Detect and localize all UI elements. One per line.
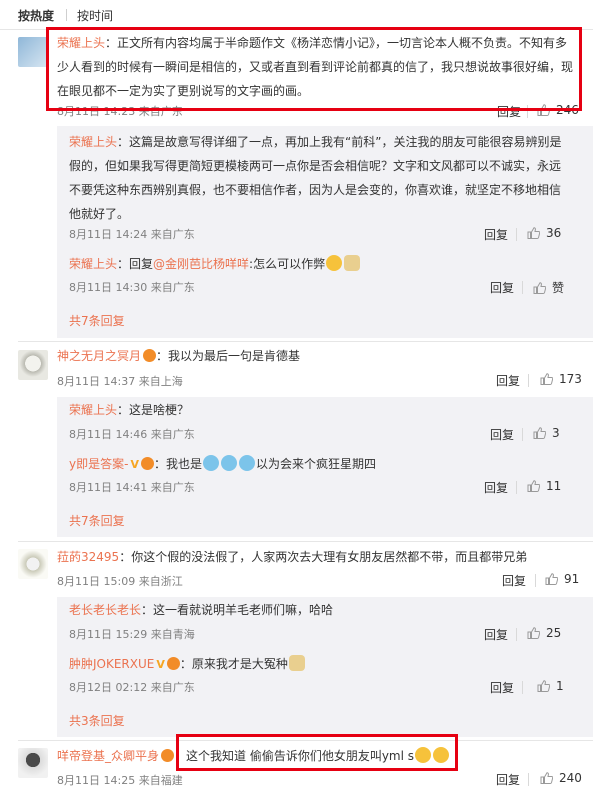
thumbs-up-icon — [533, 282, 546, 294]
like-button[interactable]: 11 — [527, 479, 561, 493]
divider — [66, 9, 67, 21]
reply-text: 荣耀上头：这是啥梗？ — [69, 403, 190, 417]
like-button[interactable]: 91 — [545, 572, 579, 586]
username-link[interactable]: 菈菂32495 — [57, 550, 119, 564]
username-link[interactable]: y即是答案- — [69, 457, 128, 471]
divider — [528, 374, 529, 387]
more-replies-link[interactable]: 共7条回复 — [69, 312, 125, 329]
like-button[interactable]: 1 — [537, 679, 564, 693]
sort-bar: 按热度 按时间 — [0, 0, 593, 30]
reply-text: 肿肿JOKERXUE V ：原来我才是大冤种 — [69, 652, 569, 677]
avatar[interactable] — [18, 350, 48, 380]
divider — [522, 681, 523, 694]
laugh-cry-emoji-icon — [202, 455, 219, 471]
username-link[interactable]: 咩帝登基_众卿平身 — [57, 749, 159, 763]
thumbs-up-icon — [527, 480, 540, 492]
medal-icon — [166, 657, 180, 670]
divider — [522, 281, 523, 294]
sort-by-hot-tab[interactable]: 按热度 — [18, 7, 54, 24]
username-link[interactable]: 肿肿JOKERXUE — [69, 657, 154, 671]
mention-link[interactable]: @金刚芭比杨咩咩 — [153, 257, 249, 271]
highlight-box — [46, 27, 582, 111]
reply-meta: 8月11日 14:24 来自广东 — [69, 228, 195, 241]
comment-text: 神之无月之冥月 ：我以为最后一句是肯德基 — [57, 349, 301, 363]
more-replies-link[interactable]: 共7条回复 — [69, 512, 125, 529]
reply-text: y即是答案- V ：我也是 以为会来个疯狂星期四 — [69, 452, 569, 477]
divider — [516, 481, 517, 494]
thumbs-up-icon — [540, 772, 553, 784]
thumbs-up-icon — [537, 680, 550, 692]
reply-button[interactable]: 回复 — [484, 479, 508, 496]
reply-button[interactable]: 回复 — [496, 771, 520, 788]
medal-icon — [161, 749, 175, 762]
divider — [18, 541, 593, 542]
thumbs-up-icon — [533, 427, 546, 439]
laugh-cry-emoji-icon — [238, 455, 255, 471]
reply-meta: 8月11日 14:30 来自广东 — [69, 281, 195, 294]
more-replies-link[interactable]: 共3条回复 — [69, 712, 125, 729]
like-button[interactable]: 赞 — [533, 279, 564, 296]
medal-icon — [140, 457, 154, 470]
reply-button[interactable]: 回复 — [496, 372, 520, 389]
reply-text: 荣耀上头：回复@金刚芭比杨咩咩:怎么可以作弊 — [69, 252, 569, 276]
username-link[interactable]: 荣耀上头 — [69, 135, 117, 149]
divider — [522, 428, 523, 441]
reply-meta: 8月11日 14:41 来自广东 — [69, 481, 195, 494]
highlight-box — [176, 734, 458, 771]
reply-thread: 老长老长老长：这一看就说明羊毛老师们嘛，哈哈 8月11日 15:29 来自青海 … — [57, 597, 593, 737]
comment-meta: 8月11日 14:25 来自福建 — [57, 774, 183, 787]
vip-v-icon: V — [156, 658, 165, 671]
avatar[interactable] — [18, 549, 48, 579]
comment-text: 菈菂32495：你这个假的没法假了，人家两次去大理有女朋友居然都不带，而且都带兄… — [57, 550, 528, 564]
comment-meta: 8月11日 15:09 来自浙江 — [57, 575, 183, 588]
reply-button[interactable]: 回复 — [484, 626, 508, 643]
reply-text: 老长老长老长：这一看就说明羊毛老师们嘛，哈哈 — [69, 603, 334, 617]
reply-meta: 8月11日 15:29 来自青海 — [69, 628, 195, 641]
thumbs-up-icon — [540, 373, 553, 385]
username-link[interactable]: 老长老长老长 — [69, 603, 141, 617]
divider — [516, 228, 517, 241]
divider — [535, 574, 536, 587]
like-button[interactable]: 240 — [540, 771, 582, 785]
sort-by-time-tab[interactable]: 按时间 — [77, 7, 113, 24]
username-link[interactable]: 荣耀上头 — [69, 403, 117, 417]
vip-v-icon: V — [130, 458, 139, 471]
divider — [516, 628, 517, 641]
divider — [528, 773, 529, 786]
like-button[interactable]: 25 — [527, 626, 561, 640]
reply-thread: 荣耀上头：这篇是故意写得详细了一点，再加上我有“前科”，关注我的朋友可能很容易辨… — [57, 126, 593, 338]
reply-button[interactable]: 回复 — [490, 279, 514, 296]
laugh-cry-emoji-icon — [220, 455, 237, 471]
dog-emoji-icon — [344, 255, 361, 271]
reply-button[interactable]: 回复 — [502, 572, 526, 589]
comment-meta: 8月11日 14:37 来自上海 — [57, 375, 183, 388]
like-button[interactable]: 36 — [527, 226, 561, 240]
reply-text: 荣耀上头：这篇是故意写得详细了一点，再加上我有“前科”，关注我的朋友可能很容易辨… — [69, 135, 562, 221]
reply-button[interactable]: 回复 — [490, 679, 514, 696]
reply-meta: 8月11日 14:46 来自广东 — [69, 428, 195, 441]
avatar[interactable] — [18, 37, 48, 67]
dog-emoji-icon — [288, 655, 305, 671]
username-link[interactable]: 神之无月之冥月 — [57, 349, 141, 363]
reply-meta: 8月12日 02:12 来自广东 — [69, 681, 195, 694]
medal-icon — [143, 349, 157, 362]
reply-button[interactable]: 回复 — [484, 226, 508, 243]
smirk-emoji-icon — [326, 255, 343, 271]
reply-thread: 荣耀上头：这是啥梗？ 8月11日 14:46 来自广东 回复 3 y即是答案- V… — [57, 397, 593, 537]
divider — [18, 341, 593, 342]
reply-button[interactable]: 回复 — [490, 426, 514, 443]
thumbs-up-icon — [527, 227, 540, 239]
avatar[interactable] — [18, 748, 48, 778]
like-button[interactable]: 3 — [533, 426, 560, 440]
like-button[interactable]: 173 — [540, 372, 582, 386]
thumbs-up-icon — [545, 573, 558, 585]
thumbs-up-icon — [527, 627, 540, 639]
username-link[interactable]: 荣耀上头 — [69, 257, 117, 271]
